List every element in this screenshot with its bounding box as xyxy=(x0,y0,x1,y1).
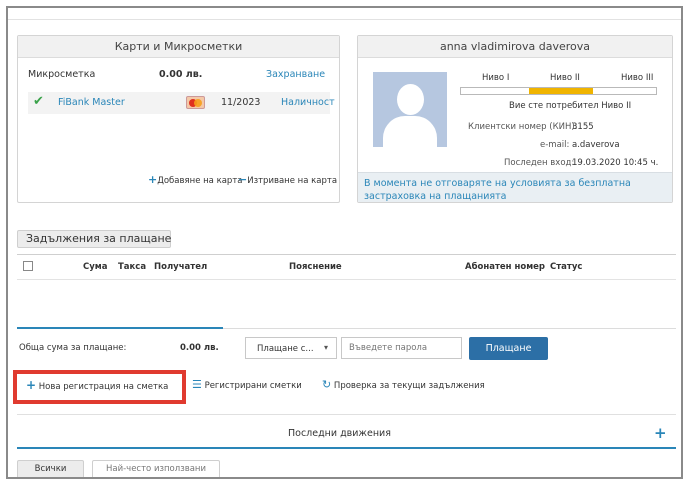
avatar xyxy=(373,72,447,147)
minus-icon: − xyxy=(238,173,248,186)
level-status: Вие сте потребител Ниво II xyxy=(509,101,632,111)
insurance-notice-text[interactable]: В момента не отговаряте на условията за … xyxy=(364,177,668,203)
col-recipient: Получател xyxy=(154,262,208,272)
bills-title-button[interactable]: Задължения за плащане xyxy=(17,230,171,248)
level-2: Ниво II xyxy=(550,73,580,83)
top-divider xyxy=(8,19,681,20)
last-login-label: Последен вход: xyxy=(504,158,575,168)
add-card-label: Добавяне на карта xyxy=(157,176,243,186)
pay-button[interactable]: Плащане xyxy=(469,337,548,360)
add-card-link[interactable]: +Добавяне на карта xyxy=(148,173,243,186)
registered-accounts-link[interactable]: ☰ Регистрирани сметки xyxy=(192,378,302,391)
bills-table-header: Сума Такса Получател Пояснение Абонатен … xyxy=(17,255,676,279)
total-label: Обща сума за плащане: xyxy=(19,343,127,353)
movements-accent-line xyxy=(17,447,676,449)
check-dues-link[interactable]: ↻ Проверка за текущи задължения xyxy=(322,378,485,391)
total-line xyxy=(223,328,676,329)
col-status: Статус xyxy=(550,262,583,272)
plus-icon: + xyxy=(148,173,158,186)
insurance-notice: В момента не отговаряте на условията за … xyxy=(358,172,672,202)
plus-icon: + xyxy=(26,378,37,392)
level-3: Ниво III xyxy=(621,73,654,83)
client-no-label: Клиентски номер (КИН): xyxy=(468,122,578,132)
card-expiry: 11/2023 xyxy=(221,97,261,108)
topup-link[interactable]: Захранване xyxy=(266,69,325,80)
registered-accounts-label: Регистрирани сметки xyxy=(204,381,302,391)
cards-panel: Карти и Микросметки Микросметка 0.00 лв.… xyxy=(17,35,340,203)
caret-down-icon: ▾ xyxy=(324,343,329,352)
email-label: e-mail: xyxy=(540,140,570,150)
total-accent-line xyxy=(17,327,223,329)
new-registration-link[interactable]: + Нова регистрация на сметка xyxy=(26,378,168,392)
expand-plus-icon[interactable]: + xyxy=(654,424,667,442)
last-login: 19.03.2020 10:45 ч. xyxy=(572,158,659,168)
level-1: Ниво I xyxy=(482,73,510,83)
payment-method-select[interactable]: Плащане с... ▾ xyxy=(245,337,337,359)
password-input[interactable] xyxy=(341,337,462,359)
select-all-checkbox[interactable] xyxy=(23,261,33,271)
page-frame: Карти и Микросметки Микросметка 0.00 лв.… xyxy=(6,6,683,479)
check-dues-label: Проверка за текущи задължения xyxy=(333,381,485,391)
tab-all[interactable]: Всички xyxy=(17,460,84,477)
profile-panel: anna vladimirova daverova Ниво I Ниво II… xyxy=(357,35,673,203)
profile-name: anna vladimirova daverova xyxy=(358,36,672,58)
remove-card-link[interactable]: −Изтриване на карта xyxy=(238,173,337,186)
balance-link[interactable]: Наличност xyxy=(281,97,335,108)
remove-card-label: Изтриване на карта xyxy=(247,176,338,186)
client-no: 3155 xyxy=(572,122,594,132)
cards-panel-title: Карти и Микросметки xyxy=(18,36,339,58)
level-bar xyxy=(460,87,657,95)
col-fee: Такса xyxy=(118,262,147,272)
microaccount-label: Микросметка xyxy=(28,69,96,80)
list-icon: ☰ xyxy=(192,378,202,391)
new-registration-label: Нова регистрация на сметка xyxy=(38,382,169,392)
movements-top-line xyxy=(17,414,676,415)
microaccount-amount: 0.00 лв. xyxy=(159,69,203,80)
check-icon: ✔ xyxy=(33,94,44,109)
card-name[interactable]: FiBank Master xyxy=(58,97,125,108)
refresh-icon: ↻ xyxy=(322,378,332,391)
col-description: Пояснение xyxy=(289,262,342,272)
movements-title: Последни движения xyxy=(288,428,391,439)
level-bar-fill xyxy=(529,88,593,94)
col-subscriber: Абонатен номер xyxy=(465,262,545,272)
tab-frequent[interactable]: Най-често използвани xyxy=(92,460,220,477)
email-value: a.daverova xyxy=(572,140,620,150)
table-header-line xyxy=(17,279,676,280)
card-row[interactable]: ✔ FiBank Master 11/2023 Наличност xyxy=(28,92,335,114)
mastercard-icon xyxy=(186,96,205,109)
col-amount: Сума xyxy=(83,262,108,272)
payment-method-value: Плащане с... xyxy=(257,344,314,354)
total-value: 0.00 лв. xyxy=(180,343,219,353)
